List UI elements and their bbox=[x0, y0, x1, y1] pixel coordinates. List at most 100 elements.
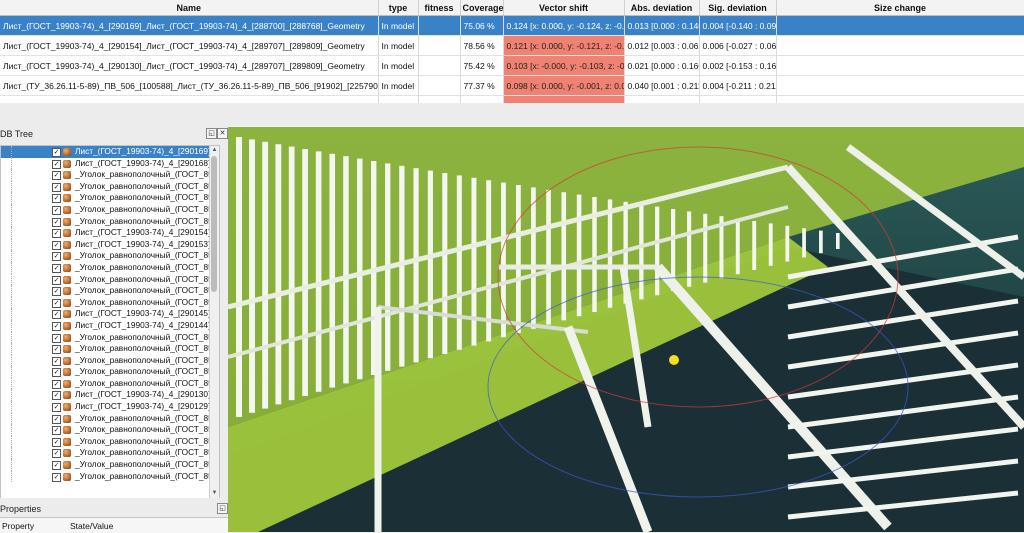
tree-item[interactable]: ✓ _Уголок_равнополочный_(ГОСТ_85... bbox=[1, 377, 219, 390]
tree-guide-line bbox=[11, 331, 13, 344]
scroll-up-icon[interactable]: ▲ bbox=[210, 146, 219, 155]
column-header[interactable]: fitness bbox=[418, 0, 461, 16]
visibility-checkbox[interactable]: ✓ bbox=[52, 182, 61, 192]
tree-item[interactable]: ✓ _Уголок_равнополочный_(ГОСТ_85... bbox=[1, 250, 219, 262]
geometry-icon bbox=[63, 194, 71, 203]
visibility-checkbox[interactable]: ✓ bbox=[52, 356, 61, 366]
tree-item[interactable]: ✓ _Уголок_равнополочный_(ГОСТ_85... bbox=[1, 192, 219, 204]
visibility-checkbox[interactable]: ✓ bbox=[52, 229, 61, 239]
railing-post bbox=[357, 158, 363, 380]
visibility-checkbox[interactable]: ✓ bbox=[52, 252, 61, 262]
tree-item[interactable]: ✓ _Уголок_равнополочный_(ГОСТ_85... bbox=[1, 169, 219, 181]
tree-item[interactable]: ✓ Лист_(ГОСТ_19903-74)_4_[290130]_... bbox=[1, 389, 219, 402]
visibility-checkbox[interactable]: ✓ bbox=[52, 321, 61, 331]
tree-item[interactable]: ✓ Лист_(ГОСТ_19903-74)_4_[290169]_... bbox=[1, 146, 219, 158]
name-cell: Лист_(ГОСТ_103-96)_12_[315190]_Лист_(ГОС… bbox=[0, 95, 379, 103]
db-tree-panel: DB Tree ◱ ✕ ✓ Лист_(ГОСТ_19903-74)_4_[290… bbox=[0, 125, 228, 499]
railing-post bbox=[275, 144, 282, 405]
column-header[interactable]: Sig. deviation bbox=[699, 0, 777, 16]
tree-item[interactable]: ✓ _Уголок_равнополочный_(ГОСТ_85... bbox=[1, 261, 220, 274]
tree-item[interactable]: ✓ Лист_(ГОСТ_19903-74)_4_[290154]_... bbox=[1, 227, 219, 239]
geometry-icon bbox=[63, 240, 71, 249]
tree-item[interactable]: ✓ _Уголок_равнополочный_(ГОСТ_85... bbox=[1, 435, 219, 448]
scroll-down-icon[interactable]: ▼ bbox=[210, 489, 219, 498]
visibility-checkbox[interactable]: ✓ bbox=[52, 437, 61, 447]
tree-item[interactable]: ✓ _Уголок_равнополочный_(ГОСТ_85... bbox=[1, 366, 219, 378]
column-header[interactable]: Vector shift bbox=[503, 0, 625, 16]
visibility-checkbox[interactable]: ✓ bbox=[52, 403, 61, 413]
type-cell: In model bbox=[378, 75, 419, 96]
visibility-checkbox[interactable]: ✓ bbox=[52, 171, 61, 181]
tree-scrollbar[interactable]: ▲ ▼ bbox=[209, 146, 219, 498]
visibility-checkbox[interactable]: ✓ bbox=[52, 310, 61, 320]
visibility-checkbox[interactable]: ✓ bbox=[52, 263, 61, 273]
tree-item-label: _Уголок_равнополочный_(ГОСТ_85... bbox=[75, 261, 220, 272]
tree-item[interactable]: ✓ _Уголок_равнополочный_(ГОСТ_85... bbox=[1, 354, 219, 367]
tree-item[interactable]: ✓ _Уголок_равнополочный_(ГОСТ_85... bbox=[1, 470, 219, 483]
tree-guide-line bbox=[11, 319, 13, 332]
railing-post bbox=[531, 187, 536, 329]
tree-guide-line bbox=[11, 203, 13, 216]
tree-item[interactable]: ✓ Лист_(ГОСТ_19903-74)_4_[290145]_... bbox=[1, 308, 219, 320]
tree-item[interactable]: ✓ _Уголок_равнополочный_(ГОСТ_85... bbox=[1, 203, 219, 216]
tree-item[interactable]: ✓ Лист_(ГОСТ_19903-74)_4_[290129]_... bbox=[1, 401, 219, 413]
column-header[interactable]: Name bbox=[0, 0, 379, 16]
tree-item[interactable]: ✓ Лист_(ГОСТ_19903-74)_4_[290153]_... bbox=[1, 238, 219, 251]
visibility-checkbox[interactable]: ✓ bbox=[52, 148, 61, 157]
table-row[interactable]: Лист_(ГОСТ_19903-74)_4_[290169]_Лист_(ГО… bbox=[0, 15, 1024, 36]
visibility-checkbox[interactable]: ✓ bbox=[52, 426, 61, 436]
column-header[interactable]: Abs. deviation bbox=[624, 0, 700, 16]
point-cloud-scene[interactable] bbox=[228, 127, 1024, 532]
visibility-checkbox[interactable]: ✓ bbox=[52, 472, 61, 482]
panel-splitter[interactable] bbox=[0, 103, 1024, 125]
visibility-checkbox[interactable]: ✓ bbox=[52, 240, 61, 250]
visibility-checkbox[interactable]: ✓ bbox=[52, 333, 61, 343]
column-header[interactable]: Coverage bbox=[460, 0, 504, 16]
visibility-checkbox[interactable]: ✓ bbox=[52, 461, 61, 471]
table-row[interactable]: Лист_(ГОСТ_19903-74)_4_[290154]_Лист_(ГО… bbox=[0, 35, 1024, 56]
tree-item[interactable]: ✓ Лист_(ГОСТ_19903-74)_4_[290144]_... bbox=[1, 319, 220, 332]
tree-item[interactable]: ✓ _Уголок_равнополочный_(ГОСТ_85... bbox=[1, 285, 219, 297]
tree-item[interactable]: ✓ _Уголок_равнополочный_(ГОСТ_85... bbox=[1, 343, 219, 355]
visibility-checkbox[interactable]: ✓ bbox=[52, 449, 61, 459]
table-row[interactable]: Лист_(ГОСТ_19903-74)_4_[290130]_Лист_(ГО… bbox=[0, 55, 1024, 76]
tree-item[interactable]: ✓ _Уголок_равнополочный_(ГОСТ_85... bbox=[1, 412, 219, 425]
visibility-checkbox[interactable]: ✓ bbox=[52, 287, 61, 297]
column-header[interactable]: type bbox=[378, 0, 419, 16]
table-row[interactable]: Лист_(ТУ_36.26.11-5-89)_ПВ_506_[100588]_… bbox=[0, 75, 1024, 96]
visibility-checkbox[interactable]: ✓ bbox=[52, 391, 61, 401]
visibility-checkbox[interactable]: ✓ bbox=[52, 414, 61, 424]
geometry-icon bbox=[63, 368, 71, 377]
visibility-checkbox[interactable]: ✓ bbox=[52, 345, 61, 355]
tree-item[interactable]: ✓ _Уголок_равнополочный_(ГОСТ_85... bbox=[1, 331, 219, 344]
tree-item[interactable]: ✓ _Уголок_равнополочный_(ГОСТ_85... bbox=[1, 215, 219, 228]
visibility-checkbox[interactable]: ✓ bbox=[52, 379, 61, 389]
table-row[interactable]: Лист_(ГОСТ_103-96)_12_[315190]_Лист_(ГОС… bbox=[0, 95, 1024, 103]
visibility-checkbox[interactable]: ✓ bbox=[52, 217, 61, 227]
column-header[interactable]: Size change bbox=[776, 0, 1024, 16]
3d-viewport[interactable] bbox=[228, 127, 1024, 532]
close-panel-icon[interactable]: ✕ bbox=[217, 128, 228, 139]
visibility-checkbox[interactable]: ✓ bbox=[52, 159, 61, 169]
tree-item-label: Лист_(ГОСТ_19903-74)_4_[290144]_... bbox=[75, 319, 220, 330]
tree-item[interactable]: ✓ _Уголок_равнополочный_(ГОСТ_85... bbox=[1, 459, 219, 471]
tree-item[interactable]: ✓ _Уголок_равнополочный_(ГОСТ_85... bbox=[1, 273, 219, 286]
float-panel-icon[interactable]: ◱ bbox=[206, 128, 217, 139]
tree-item[interactable]: ✓ _Уголок_равнополочный_(ГОСТ_85... bbox=[1, 296, 219, 309]
tree-item[interactable]: ✓ Лист_(ГОСТ_19903-74)_4_[290168]_... bbox=[1, 157, 219, 170]
tree-item[interactable]: ✓ _Уголок_равнополочный_(ГОСТ_85... bbox=[1, 180, 219, 193]
pivot-point-icon[interactable] bbox=[669, 355, 679, 365]
visibility-checkbox[interactable]: ✓ bbox=[52, 368, 61, 378]
tree-item-label: Лист_(ГОСТ_19903-74)_4_[290145]_... bbox=[75, 308, 220, 319]
visibility-checkbox[interactable]: ✓ bbox=[52, 275, 61, 285]
float-panel-icon[interactable]: ◱ bbox=[217, 503, 228, 514]
tree-item[interactable]: ✓ _Уголок_равнополочный_(ГОСТ_85... bbox=[1, 447, 219, 460]
visibility-checkbox[interactable]: ✓ bbox=[52, 194, 61, 204]
scrollbar-thumb[interactable] bbox=[211, 156, 217, 292]
visibility-checkbox[interactable]: ✓ bbox=[52, 298, 61, 308]
size-change-cell bbox=[776, 95, 1024, 103]
visibility-checkbox[interactable]: ✓ bbox=[52, 205, 61, 215]
fitness-cell bbox=[418, 55, 461, 76]
type-cell: In model bbox=[378, 55, 419, 76]
tree-item[interactable]: ✓ _Уголок_равнополочный_(ГОСТ_85... bbox=[1, 424, 219, 436]
